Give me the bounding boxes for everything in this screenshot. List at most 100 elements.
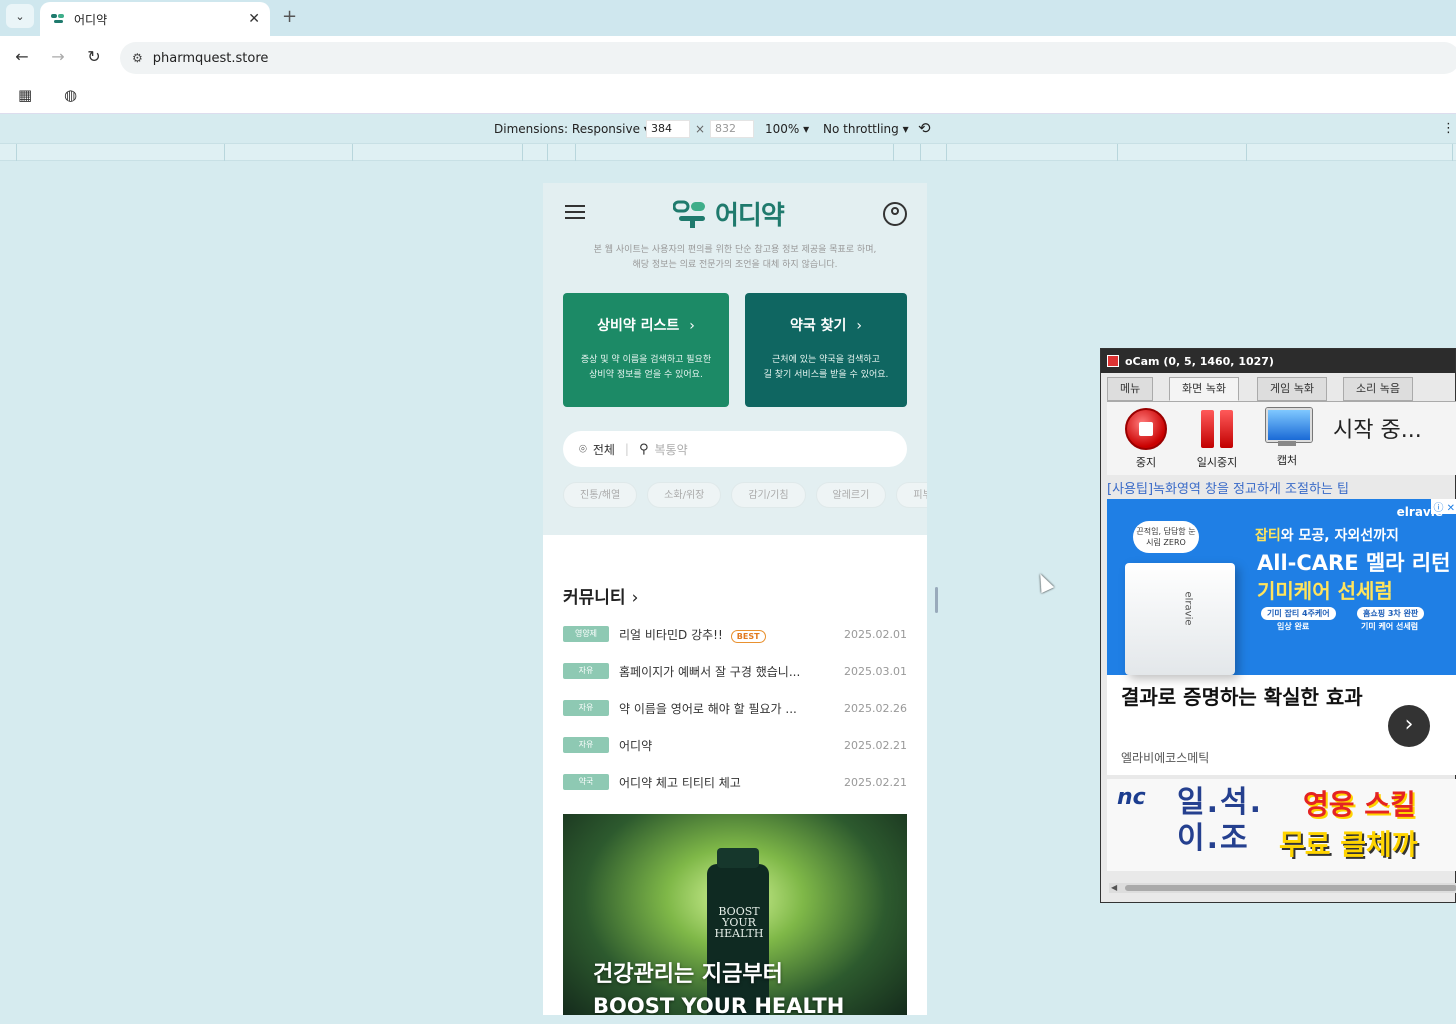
- site-info-icon[interactable]: ⚙: [132, 51, 143, 65]
- card-title-text: 상비약 리스트: [597, 318, 680, 334]
- ad-image: 끈적임, 답답함 눈시림 ZERO elravie elravie ⓘ ✕ 잡티…: [1107, 499, 1456, 675]
- url-text[interactable]: pharmquest.store: [153, 51, 269, 66]
- ocam-tab-audio-record[interactable]: 소리 녹음: [1343, 377, 1413, 401]
- stop-button[interactable]: 중지: [1117, 408, 1175, 470]
- usage-tip-link[interactable]: [사용팁]녹화영역 창을 정교하게 조절하는 팁: [1107, 478, 1349, 497]
- new-tab-button[interactable]: +: [282, 6, 297, 27]
- health-banner[interactable]: BOOST YOUR HEALTH 건강관리는 지금부터 BOOST YOUR …: [563, 814, 907, 1015]
- category-chip[interactable]: 피부: [896, 482, 927, 508]
- ocam-app-icon: [1107, 355, 1119, 367]
- tab-search-button[interactable]: ⌄: [6, 4, 34, 28]
- post-row[interactable]: 자유 어디약 2025.02.21: [563, 734, 907, 756]
- card-desc-line: 상비약 정보를 얻을 수 있어요.: [589, 370, 703, 380]
- forward-icon[interactable]: →: [48, 47, 68, 66]
- ad-arrow-button[interactable]: ›: [1388, 705, 1430, 747]
- ad-highlight: 잡티: [1255, 528, 1281, 544]
- logo-text: 어디약: [715, 201, 785, 231]
- stop-icon: [1125, 408, 1167, 450]
- zoom-dropdown[interactable]: 100% ▾: [765, 122, 809, 136]
- ad-pill-sub: 기미 케어 선세럼: [1361, 622, 1419, 631]
- category-chip[interactable]: 감기/기침: [731, 482, 806, 508]
- device-viewport: 어디약 본 웹 사이트는 사용자의 편의를 위한 단순 참고용 정보 제공을 목…: [543, 183, 927, 1015]
- post-row[interactable]: 자유 홈페이지가 예뻐서 잘 구경 했습니... 2025.03.01: [563, 660, 907, 682]
- site-logo[interactable]: 어디약: [673, 195, 785, 232]
- disclaimer-line: 해당 정보는 의료 전문가의 조언을 대체 하지 않습니다.: [632, 260, 838, 270]
- community-title-text: 커뮤니티: [563, 588, 626, 608]
- pause-button[interactable]: 일시중지: [1187, 408, 1247, 470]
- post-title-wrap: 리얼 비타민D 강추!! BEST: [619, 626, 843, 643]
- ad-choices-icon[interactable]: ⓘ ✕: [1431, 499, 1456, 514]
- chevron-right-icon: ›: [689, 318, 695, 334]
- region-select[interactable]: 전체: [593, 441, 615, 458]
- search-icon: ⚲: [638, 441, 649, 457]
- post-row[interactable]: 자유 약 이름을 영어로 해야 할 필요가 ... 2025.02.26: [563, 697, 907, 719]
- ad-pill: 기미 잡티 4주케어: [1261, 607, 1336, 620]
- monitor-icon: [1264, 408, 1312, 448]
- dimensions-dropdown[interactable]: Dimensions: Responsive ▾: [494, 122, 650, 136]
- apps-grid-icon[interactable]: ▦: [18, 86, 32, 104]
- category-chip[interactable]: 알레르기: [815, 482, 887, 508]
- card-title: 약국 찾기 ›: [745, 315, 907, 335]
- post-row[interactable]: 약국 어디약 체고 티티티 체고 2025.02.21: [563, 771, 907, 793]
- menu-icon[interactable]: [565, 205, 585, 223]
- banner-subheadline: BOOST YOUR HEALTH: [593, 994, 845, 1015]
- height-input[interactable]: 832: [710, 120, 754, 138]
- horizontal-scrollbar[interactable]: ◀: [1109, 883, 1456, 893]
- ad-pill: 홈쇼핑 3차 완판: [1357, 607, 1425, 620]
- search-input[interactable]: 복통약: [654, 441, 687, 458]
- ocam-tab-menu[interactable]: 메뉴: [1107, 377, 1154, 401]
- more-options-icon[interactable]: ⋮: [1442, 121, 1455, 136]
- category-chip[interactable]: 진통/해열: [563, 482, 638, 508]
- media-query-bar[interactable]: [0, 143, 1456, 161]
- back-icon[interactable]: ←: [12, 47, 32, 66]
- profile-icon[interactable]: [883, 202, 907, 226]
- post-title: 홈페이지가 예뻐서 잘 구경 했습니...: [619, 664, 801, 679]
- ad-line: 잡티와 모공, 자외선까지: [1255, 525, 1399, 545]
- rotate-icon[interactable]: ⟲: [918, 119, 931, 137]
- post-category-badge: 자유: [563, 663, 609, 679]
- width-input[interactable]: 384: [646, 120, 690, 138]
- pharmacy-finder-card[interactable]: 약국 찾기 › 근처에 있는 약국을 검색하고 길 찾기 서비스를 받을 수 있어…: [745, 293, 907, 407]
- ad-advertiser: 엘라비에코스메틱: [1121, 751, 1210, 765]
- post-title: 어디약 체고 티티티 체고: [619, 775, 741, 790]
- reload-icon[interactable]: ↻: [84, 47, 104, 66]
- pause-label: 일시중지: [1196, 456, 1238, 469]
- browser-tab[interactable]: 어디약 ✕: [40, 2, 270, 36]
- ad-bubble: 끈적임, 답답함 눈시림 ZERO: [1133, 521, 1199, 553]
- ocam-tab-screen-record[interactable]: 화면 녹화: [1169, 377, 1239, 401]
- post-date: 2025.02.21: [844, 775, 907, 789]
- banner-headline: 건강관리는 지금부터: [593, 962, 783, 987]
- ocam-tab-game-record[interactable]: 게임 녹화: [1257, 377, 1327, 401]
- product-label: elravie: [1182, 591, 1194, 626]
- close-tab-icon[interactable]: ✕: [248, 11, 260, 27]
- disclaimer-text: 본 웹 사이트는 사용자의 편의를 위한 단순 참고용 정보 제공을 목표로 하…: [563, 243, 907, 273]
- divider: |: [624, 442, 629, 456]
- post-title: 약 이름을 영어로 해야 할 필요가 ...: [619, 701, 797, 716]
- bottle-label: BOOST YOUR HEALTH: [714, 905, 764, 940]
- card-title-text: 약국 찾기: [789, 318, 847, 334]
- throttling-dropdown[interactable]: No throttling ▾: [823, 122, 909, 136]
- scroll-left-icon[interactable]: ◀: [1111, 883, 1117, 892]
- bookmarks-bar: ▦ ◍: [0, 78, 1456, 114]
- omnibox[interactable]: ⚙ pharmquest.store: [120, 42, 1456, 74]
- category-chip[interactable]: 소화/위장: [647, 482, 722, 508]
- pause-icon: [1196, 408, 1238, 450]
- cosmetic-ad[interactable]: 끈적임, 답답함 눈시림 ZERO elravie elravie ⓘ ✕ 잡티…: [1107, 499, 1456, 775]
- search-bar[interactable]: ⌾ 전체 | ⚲ 복통약: [563, 431, 907, 467]
- site-favicon-icon: [51, 14, 64, 23]
- location-pin-icon: ⌾: [579, 441, 587, 457]
- ad-right-text: 무료 클체까: [1279, 828, 1418, 861]
- card-desc-line: 근처에 있는 약국을 검색하고: [772, 355, 880, 365]
- game-ad[interactable]: nc 일.석. 이.조 영웅 스킬 무료 클체까: [1107, 779, 1456, 871]
- globe-icon[interactable]: ◍: [64, 86, 77, 104]
- viewport-resize-handle[interactable]: [935, 587, 938, 613]
- ocam-toolbar: 중지 일시중지 캡처 시작 중...: [1107, 401, 1456, 475]
- ocam-titlebar[interactable]: oCam (0, 5, 1460, 1027): [1101, 349, 1455, 373]
- best-badge: BEST: [730, 629, 766, 643]
- community-heading[interactable]: 커뮤니티 ›: [563, 583, 638, 608]
- capture-button[interactable]: 캡처: [1257, 408, 1317, 468]
- ad-right-text: 영웅 스킬: [1303, 788, 1416, 821]
- post-row[interactable]: 영양제 리얼 비타민D 강추!! BEST 2025.02.01: [563, 623, 907, 645]
- card-desc-line: 증상 및 약 이름을 검색하고 필요한: [580, 355, 712, 365]
- medicine-list-card[interactable]: 상비약 리스트 › 증상 및 약 이름을 검색하고 필요한 상비약 정보를 얻을 …: [563, 293, 729, 407]
